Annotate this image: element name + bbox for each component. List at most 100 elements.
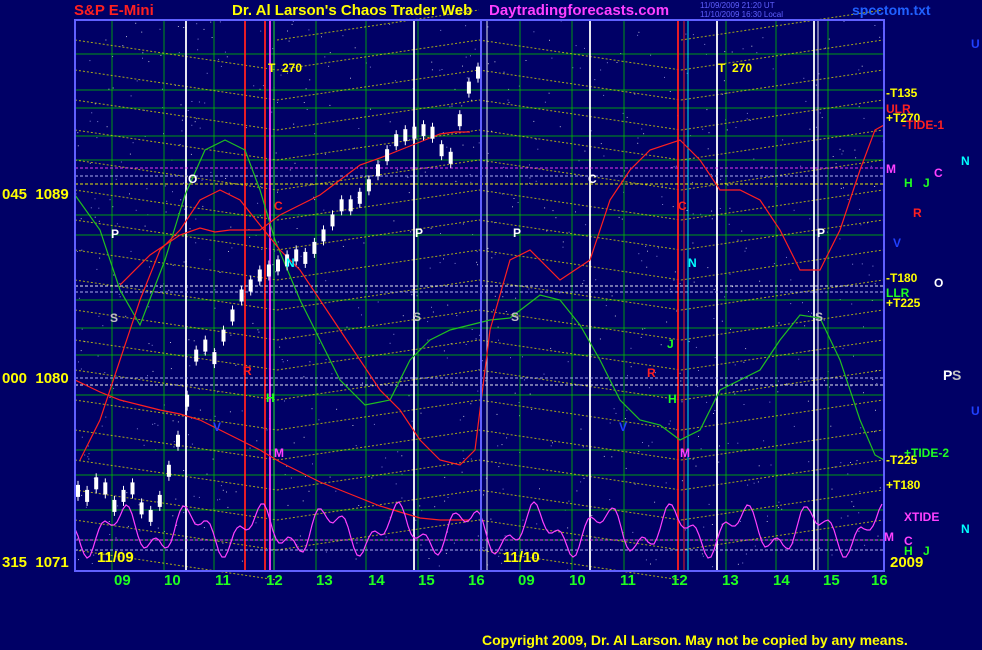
star-dot	[393, 220, 395, 222]
star-dot	[661, 185, 663, 187]
star-dot	[214, 307, 216, 309]
star-dot	[726, 92, 728, 94]
star-dot	[256, 440, 258, 442]
star-dot	[80, 368, 82, 370]
star-dot	[611, 295, 613, 297]
star-dot	[142, 52, 144, 54]
star-dot	[287, 30, 288, 32]
x-tick-label: 14	[773, 572, 790, 589]
star-dot	[94, 198, 96, 200]
star-dot	[289, 169, 291, 171]
star-dot	[260, 186, 262, 188]
star-dot	[851, 501, 853, 503]
star-dot	[125, 315, 127, 317]
legend-label: J	[923, 544, 930, 558]
star-dot	[609, 499, 611, 501]
star-dot	[698, 435, 699, 437]
star-dot	[638, 31, 640, 33]
star-dot	[478, 142, 480, 144]
star-dot	[685, 33, 687, 35]
star-dot	[637, 34, 639, 36]
plot-letter: P	[415, 226, 424, 240]
star-dot	[369, 108, 371, 110]
y-degree-045: 045	[2, 186, 28, 203]
legend-label: H	[904, 544, 913, 558]
star-dot	[673, 166, 675, 168]
star-dot	[544, 207, 546, 209]
star-dot	[180, 199, 182, 201]
plot-letter: P	[111, 227, 120, 241]
star-dot	[152, 370, 154, 372]
star-dot	[253, 85, 255, 87]
star-dot	[142, 57, 143, 59]
star-dot	[89, 60, 91, 62]
star-dot	[130, 95, 132, 97]
star-dot	[355, 558, 357, 560]
star-dot	[630, 347, 632, 349]
date-day1: 11/09	[97, 549, 134, 566]
star-dot	[424, 171, 426, 173]
star-dot	[461, 105, 463, 107]
star-dot	[94, 216, 96, 218]
star-dot	[335, 490, 337, 492]
star-dot	[567, 361, 569, 363]
star-dot	[179, 144, 181, 146]
star-dot	[449, 106, 451, 108]
star-dot	[842, 348, 844, 350]
star-dot	[434, 506, 436, 508]
star-dot	[634, 483, 636, 485]
star-dot	[718, 461, 720, 463]
plot-letter: C	[274, 199, 283, 213]
star-dot	[257, 202, 259, 204]
star-dot	[741, 230, 743, 232]
star-dot	[190, 153, 192, 155]
star-dot	[485, 380, 487, 382]
star-dot	[308, 490, 310, 492]
star-dot	[584, 47, 585, 49]
star-dot	[706, 109, 708, 111]
star-dot	[487, 26, 489, 28]
star-dot	[710, 173, 712, 175]
star-dot	[180, 104, 182, 106]
star-dot	[329, 52, 331, 54]
star-dot	[138, 504, 140, 506]
star-dot	[753, 158, 755, 160]
star-dot	[603, 94, 605, 96]
star-dot	[692, 242, 694, 244]
star-dot	[706, 401, 708, 403]
star-dot	[761, 166, 763, 168]
x-tick-label: 10	[569, 572, 586, 589]
star-dot	[393, 333, 395, 335]
star-dot	[325, 359, 327, 361]
star-dot	[98, 315, 100, 317]
star-dot	[241, 410, 243, 412]
star-dot	[839, 238, 841, 240]
star-dot	[679, 283, 681, 285]
star-dot	[177, 26, 179, 27]
star-dot	[746, 112, 748, 114]
star-dot	[219, 498, 221, 500]
plot-letter: R	[243, 364, 252, 378]
star-dot	[700, 448, 702, 450]
star-dot	[470, 458, 472, 460]
star-dot	[808, 311, 809, 312]
star-dot	[648, 387, 650, 389]
star-dot	[189, 365, 191, 367]
star-dot	[188, 339, 190, 341]
star-dot	[299, 535, 301, 537]
star-dot	[363, 242, 365, 244]
star-dot	[104, 372, 106, 374]
legend-label: -T180	[886, 271, 918, 285]
site-link[interactable]: Daytradingforecasts.com	[489, 2, 669, 19]
star-dot	[441, 69, 443, 70]
star-dot	[156, 501, 158, 503]
star-dot	[751, 45, 753, 47]
star-dot	[745, 247, 747, 249]
star-dot	[714, 410, 716, 411]
star-dot	[776, 185, 778, 187]
star-dot	[287, 360, 288, 362]
star-dot	[106, 126, 108, 128]
star-dot	[711, 218, 713, 220]
star-dot	[126, 492, 128, 494]
star-dot	[819, 547, 820, 549]
